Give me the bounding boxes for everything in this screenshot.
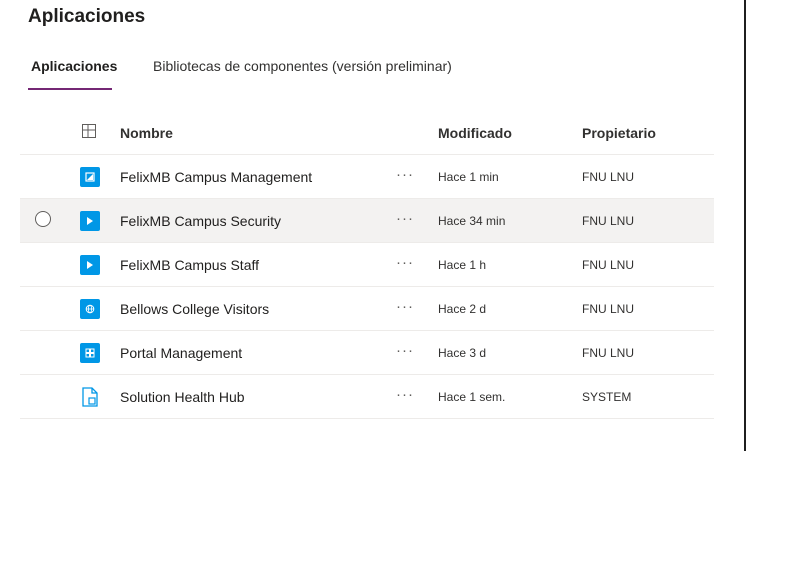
more-options-button[interactable]: ···	[396, 342, 414, 359]
row-select-radio[interactable]	[35, 211, 51, 227]
owner-name: FNU LNU	[582, 258, 635, 272]
active-tab-indicator	[28, 88, 112, 90]
table-row[interactable]: FelixMB Campus Management ··· Hace 1 min…	[20, 155, 714, 199]
globe-app-icon	[80, 299, 100, 319]
more-options-button[interactable]: ···	[396, 386, 414, 403]
modified-date: Hace 1 sem.	[438, 390, 506, 404]
column-nombre[interactable]: Nombre	[120, 125, 173, 141]
file-type-icon[interactable]	[82, 124, 96, 138]
app-name[interactable]: FelixMB Campus Staff	[120, 257, 259, 273]
modified-date: Hace 1 min	[438, 170, 499, 184]
table-row[interactable]: FelixMB Campus Security ··· Hace 34 min …	[20, 199, 714, 243]
column-modificado[interactable]: Modificado	[438, 125, 512, 141]
more-options-button[interactable]: ···	[396, 254, 414, 271]
owner-name: FNU LNU	[582, 346, 635, 360]
modified-date: Hace 2 d	[438, 302, 487, 316]
table-row[interactable]: FelixMB Campus Staff ··· Hace 1 h FNU LN…	[20, 243, 714, 287]
tab-aplicaciones[interactable]: Aplicaciones	[31, 58, 117, 90]
model-app-icon	[80, 167, 100, 187]
canvas-app-icon	[80, 211, 100, 231]
app-name[interactable]: FelixMB Campus Security	[120, 213, 281, 229]
table-row[interactable]: Bellows College Visitors ··· Hace 2 d FN…	[20, 287, 714, 331]
more-options-button[interactable]: ···	[396, 298, 414, 315]
table-row[interactable]: Portal Management ··· Hace 3 d FNU LNU	[20, 331, 714, 375]
app-name[interactable]: FelixMB Campus Management	[120, 169, 312, 185]
page-title: Aplicaciones	[28, 6, 146, 27]
modified-date: Hace 3 d	[438, 346, 487, 360]
modified-date: Hace 1 h	[438, 258, 487, 272]
app-name[interactable]: Portal Management	[120, 345, 242, 361]
owner-name: FNU LNU	[582, 302, 635, 316]
owner-name: SYSTEM	[582, 390, 632, 404]
owner-name: FNU LNU	[582, 170, 635, 184]
modified-date: Hace 34 min	[438, 214, 506, 228]
canvas-app-icon	[80, 255, 100, 275]
grid-app-icon	[80, 343, 100, 363]
tab-bibliotecas-componentes[interactable]: Bibliotecas de componentes (versión prel…	[153, 58, 452, 90]
app-name[interactable]: Solution Health Hub	[120, 389, 245, 405]
more-options-button[interactable]: ···	[396, 166, 414, 183]
more-options-button[interactable]: ···	[396, 210, 414, 227]
document-app-icon	[80, 387, 100, 407]
app-name[interactable]: Bellows College Visitors	[120, 301, 269, 317]
panel-divider	[744, 0, 746, 451]
apps-table: Nombre Modificado Propietario FelixMB Ca…	[20, 112, 714, 419]
table-row[interactable]: Solution Health Hub ··· Hace 1 sem. SYST…	[20, 375, 714, 419]
owner-name: FNU LNU	[582, 214, 635, 228]
column-propietario[interactable]: Propietario	[582, 125, 656, 141]
table-header: Nombre Modificado Propietario	[20, 112, 714, 155]
